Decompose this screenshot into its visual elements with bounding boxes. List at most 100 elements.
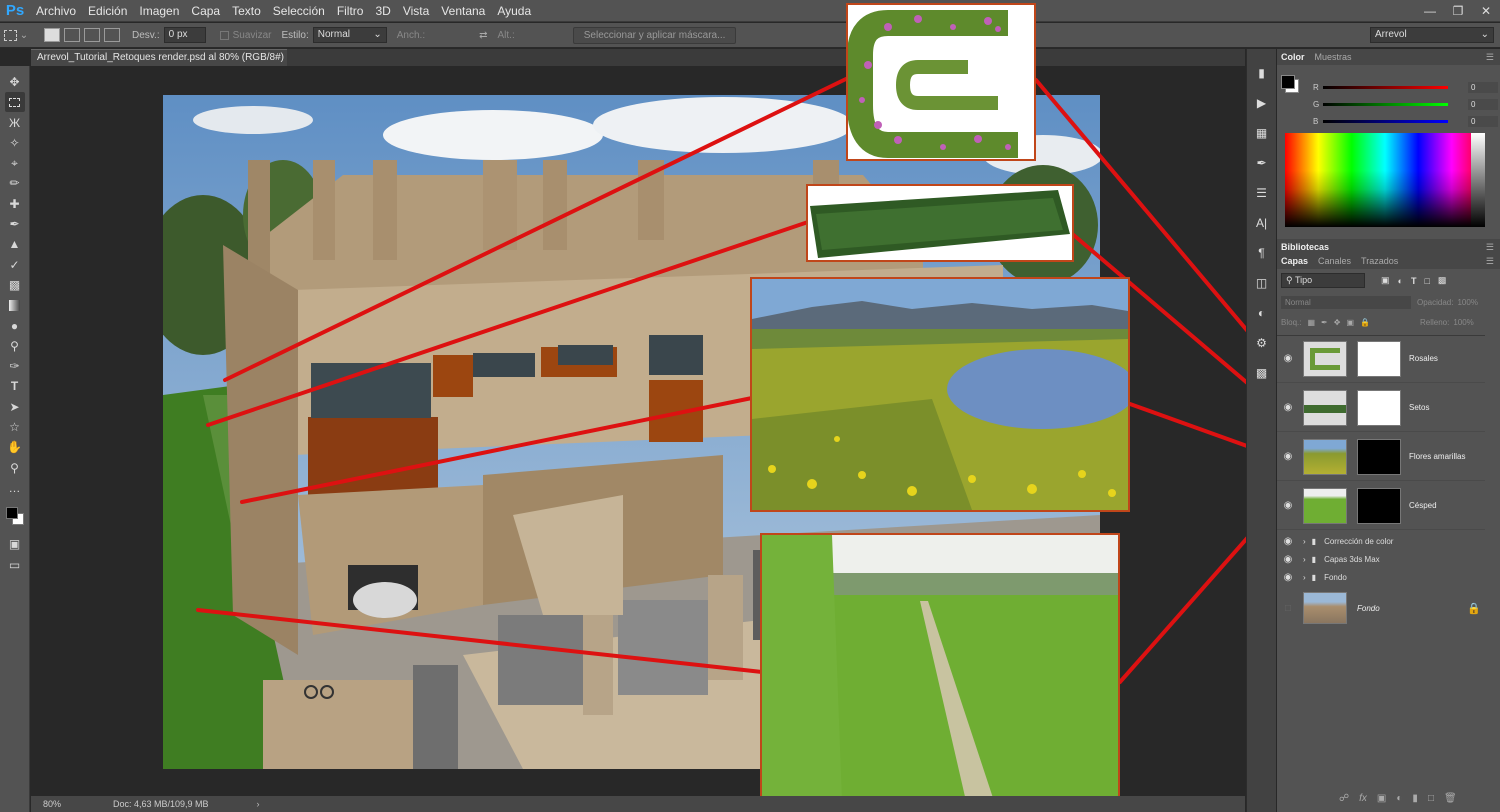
visibility-eye-icon[interactable]: ◉ [1277,500,1299,511]
device-preview-icon[interactable]: ▩ [1252,363,1272,383]
group-name[interactable]: Capas 3ds Max [1324,555,1380,564]
lock-artboard-icon[interactable]: ▣ [1346,318,1354,327]
group-correccion-color[interactable]: ◉ › ▮ Corrección de color [1277,532,1485,550]
green-track[interactable] [1323,103,1448,106]
eyedropper-icon[interactable]: ✏ [5,173,25,193]
filter-type-icon[interactable]: T [1411,276,1417,286]
filter-adjustment-icon[interactable]: ◐ [1398,276,1403,286]
move-icon[interactable]: ✥ [5,72,25,92]
more-icon[interactable]: … [5,478,25,498]
blend-mode-select[interactable]: Normal [1281,296,1411,309]
zoom-level[interactable]: 80% [31,799,91,809]
blue-value[interactable]: 0 [1468,116,1498,127]
layer-cesped[interactable]: ◉ Césped [1277,482,1485,530]
magic-wand-icon[interactable]: ✧ [5,133,25,153]
close-icon[interactable]: ✕ [1472,0,1500,22]
marquee-icon[interactable] [4,92,25,113]
add-selection-icon[interactable] [64,28,80,42]
menu-archivo[interactable]: Archivo [30,0,82,22]
red-value[interactable]: 0 [1468,82,1498,93]
group-capas-3ds-max[interactable]: ◉ › ▮ Capas 3ds Max [1277,550,1485,568]
filter-shape-icon[interactable]: □ [1424,276,1429,286]
adjustments-icon[interactable]: ☰ [1252,183,1272,203]
color-swatches[interactable] [3,502,27,530]
expand-chevron-icon[interactable]: › [1303,537,1306,546]
new-layer-icon[interactable]: □ [1428,793,1434,804]
quick-mask-icon[interactable]: ▣ [5,534,25,554]
menu-texto[interactable]: Texto [226,0,267,22]
lock-pixels-icon[interactable]: ▦ [1307,318,1315,327]
layers-menu-icon[interactable]: ☰ [1486,256,1494,267]
shape-icon[interactable]: ☆ [5,417,25,437]
green-slider[interactable]: G 0 [1277,96,1498,113]
layer-flores-amarillas[interactable]: ◉ Flores amarillas [1277,433,1485,481]
visibility-eye-icon[interactable]: ◉ [1277,353,1299,364]
menu-capa[interactable]: Capa [185,0,226,22]
layer-filter-select[interactable]: ⚲ Tipo [1281,273,1365,288]
tab-canales[interactable]: Canales [1318,256,1351,266]
new-selection-icon[interactable] [44,28,60,42]
tab-muestras[interactable]: Muestras [1315,52,1352,62]
select-and-mask-button[interactable]: Seleccionar y aplicar máscara... [572,26,737,44]
history-icon[interactable]: ▮ [1252,63,1272,83]
new-group-icon[interactable]: ▮ [1412,793,1418,804]
zoom-icon[interactable]: ⚲ [5,458,25,478]
layer-name[interactable]: Flores amarillas [1409,452,1465,461]
glyphs-icon[interactable]: ◫ [1252,273,1272,293]
lock-paint-icon[interactable]: ✒ [1321,318,1328,327]
visibility-eye-icon[interactable]: ◉ [1277,536,1299,547]
subtract-selection-icon[interactable] [84,28,100,42]
layer-name[interactable]: Rosales [1409,354,1438,363]
panel-menu-icon[interactable]: ☰ [1486,52,1494,63]
gradient-icon[interactable] [5,295,25,315]
layer-setos[interactable]: ◉ Setos [1277,384,1485,432]
visibility-eye-icon[interactable]: ◉ [1277,451,1299,462]
fill-value[interactable]: 100% [1453,318,1473,327]
layer-name[interactable]: Fondo [1357,604,1380,613]
stamp-icon[interactable]: ▲ [5,234,25,254]
layer-rosales[interactable]: ◉ Rosales [1277,335,1485,383]
foreground-color-swatch[interactable] [5,507,18,520]
link-layers-icon[interactable]: ☍ [1339,793,1349,804]
menu-vista[interactable]: Vista [397,0,435,22]
document-tab[interactable]: Arrevol_Tutorial_Retoques render.psd al … [31,49,287,79]
type-icon[interactable]: T [5,376,25,396]
red-track[interactable] [1323,86,1448,89]
layer-mask-thumbnail[interactable] [1357,487,1401,524]
lock-all-icon[interactable]: 🔒 [1360,318,1370,327]
minimize-icon[interactable]: — [1416,0,1444,22]
group-name[interactable]: Corrección de color [1324,537,1393,546]
antialias-checkbox[interactable] [219,30,229,40]
libraries-menu-icon[interactable]: ☰ [1486,242,1494,253]
visibility-eye-icon[interactable]: ◉ [1277,572,1299,583]
brush-icon[interactable]: ✒ [5,214,25,234]
style-select[interactable]: Normal ⌄ [312,27,387,43]
lock-position-icon[interactable]: ✥ [1334,318,1341,327]
adjustment-layer-icon[interactable]: ◐ [1396,793,1402,804]
opacity-value[interactable]: 100% [1457,298,1477,307]
intersect-selection-icon[interactable] [104,28,120,42]
properties-icon[interactable]: ⚙ [1252,333,1272,353]
layer-mask-thumbnail[interactable] [1357,389,1401,426]
pen-icon[interactable]: ✑ [5,356,25,376]
red-slider[interactable]: R 0 [1277,79,1498,96]
green-value[interactable]: 0 [1468,99,1498,110]
tab-trazados[interactable]: Trazados [1361,256,1398,266]
dodge-icon[interactable]: ⚲ [5,336,25,356]
history-brush-icon[interactable]: ✓ [5,255,25,275]
filter-pixel-icon[interactable]: ▣ [1381,275,1390,286]
layer-mask-thumbnail[interactable] [1357,340,1401,377]
hand-icon[interactable]: ✋ [5,437,25,457]
path-select-icon[interactable]: ➤ [5,397,25,417]
group-name[interactable]: Fondo [1324,573,1347,582]
restore-icon[interactable]: ❐ [1444,0,1472,22]
menu-seleccion[interactable]: Selección [267,0,331,22]
add-mask-icon[interactable]: ▣ [1377,793,1386,804]
swatches-icon[interactable]: ▦ [1252,123,1272,143]
healing-icon[interactable]: ✚ [5,194,25,214]
fx-icon[interactable]: fx [1359,793,1367,804]
grayscale-ramp[interactable] [1471,133,1485,227]
expand-chevron-icon[interactable]: › [1303,573,1306,582]
swap-icon[interactable]: ⇄ [479,30,487,41]
menu-edicion[interactable]: Edición [82,0,133,22]
